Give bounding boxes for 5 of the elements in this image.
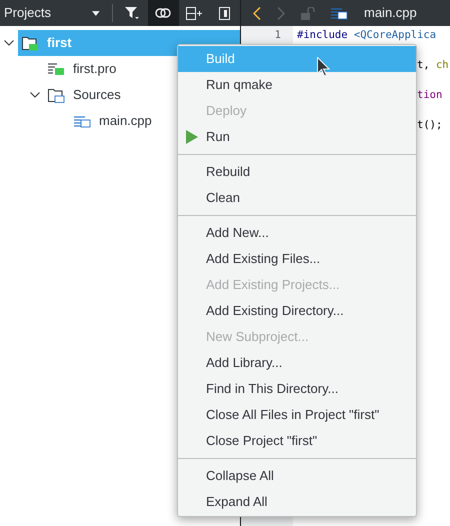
code-line: t, ch xyxy=(417,58,449,73)
code-line: tion xyxy=(417,88,442,103)
code-line: #include <QCoreApplica xyxy=(297,28,436,43)
code-line: t(); xyxy=(417,118,442,133)
line-number: 1 xyxy=(274,28,281,43)
